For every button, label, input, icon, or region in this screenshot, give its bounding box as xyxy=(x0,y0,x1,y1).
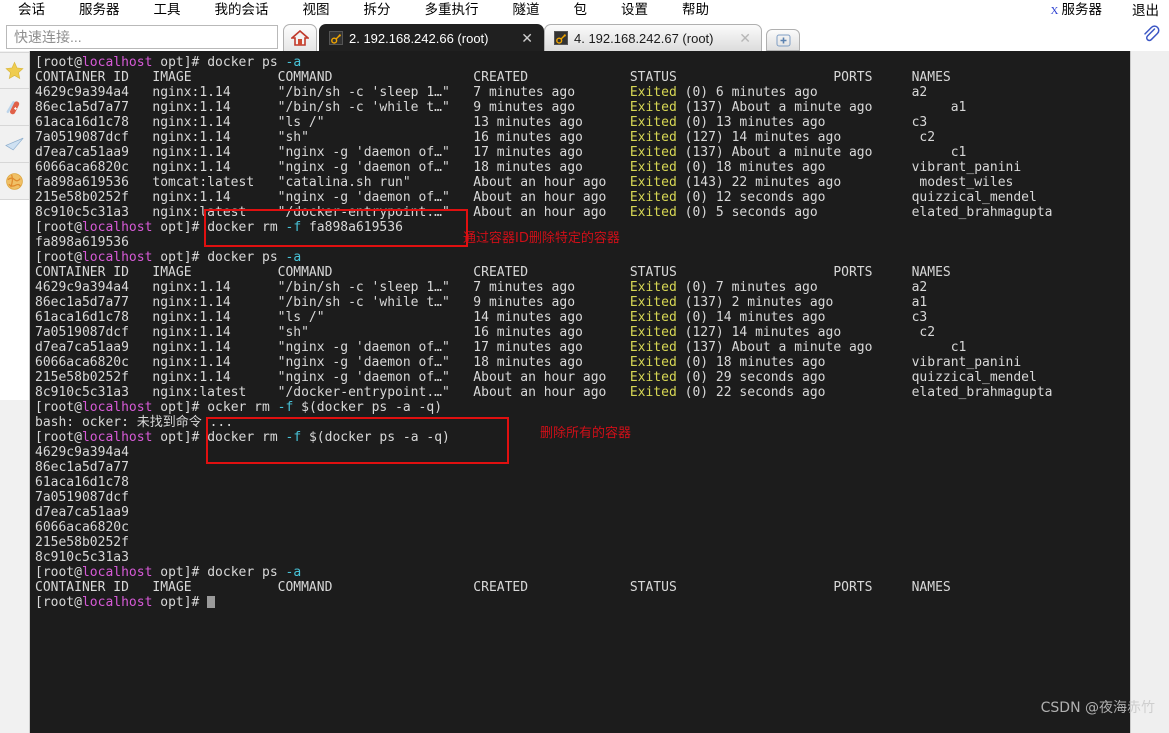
menu-item-split[interactable]: 拆分 xyxy=(364,0,391,20)
terminal-line: [root@localhost opt]# xyxy=(35,595,1130,610)
xserver-x-icon: X xyxy=(1050,5,1059,17)
menu-item-help[interactable]: 帮助 xyxy=(682,0,709,20)
globe-icon xyxy=(6,172,23,190)
left-sidebar xyxy=(0,51,30,733)
menu-item-exit[interactable]: 退出 xyxy=(1132,1,1159,21)
tab-close-icon[interactable]: ✕ xyxy=(735,31,755,45)
terminal-line: 215e58b0252f xyxy=(35,535,129,550)
tab-session-2[interactable]: 4. 192.168.242.67 (root) ✕ xyxy=(544,24,762,51)
terminal-line: [root@localhost opt]# docker ps -a xyxy=(35,250,302,265)
terminal-line: [root@localhost opt]# docker ps -a xyxy=(35,55,302,70)
terminal-line: 215e58b0252f nginx:1.14 "nginx -g 'daemo… xyxy=(35,370,1037,385)
terminal-line: 6066aca6820c nginx:1.14 "nginx -g 'daemo… xyxy=(35,355,1022,370)
terminal-line: 61aca16d1c78 xyxy=(35,475,129,490)
sidebar-item-globe[interactable] xyxy=(0,163,29,200)
terminal-line: 7a0519087dcf nginx:1.14 "sh" 16 minutes … xyxy=(35,130,936,145)
menu-item-packages[interactable]: 包 xyxy=(574,0,588,20)
key-icon xyxy=(554,31,568,45)
tab-session-2-label: 4. 192.168.242.67 (root) xyxy=(574,30,714,46)
send-paperplane-icon xyxy=(4,137,23,150)
paperclip-icon[interactable] xyxy=(1141,24,1160,48)
home-icon xyxy=(291,29,309,46)
sidebar-filler xyxy=(0,200,29,400)
menu-item-server[interactable]: 服务器 xyxy=(79,0,120,20)
terminal-line: 86ec1a5d7a77 xyxy=(35,460,129,475)
terminal-wrapper: [root@localhost opt]# docker ps -a CONTAI… xyxy=(30,51,1169,733)
annotation-label-remove-by-id: 通过容器ID删除特定的容器 xyxy=(463,231,620,246)
terminal-line: d7ea7ca51aa9 nginx:1.14 "nginx -g 'daemo… xyxy=(35,340,967,355)
terminal-line: 8c910c5c31a3 nginx:latest "/docker-entry… xyxy=(35,205,1053,220)
terminal-line: 4629c9a394a4 nginx:1.14 "/bin/sh -c 'sle… xyxy=(35,280,928,295)
terminal-line: 215e58b0252f nginx:1.14 "nginx -g 'daemo… xyxy=(35,190,1037,205)
sidebar-item-tools[interactable] xyxy=(0,89,29,126)
terminal-output[interactable]: [root@localhost opt]# docker ps -a CONTAI… xyxy=(30,51,1130,733)
terminal-line: 61aca16d1c78 nginx:1.14 "ls /" 13 minute… xyxy=(35,115,928,130)
terminal-line: 86ec1a5d7a77 nginx:1.14 "/bin/sh -c 'whi… xyxy=(35,295,928,310)
terminal-line: 8c910c5c31a3 nginx:latest "/docker-entry… xyxy=(35,385,1053,400)
tab-session-1[interactable]: 2. 192.168.242.66 (root) ✕ xyxy=(319,24,544,51)
favorites-star-icon xyxy=(5,61,24,80)
terminal-line: 6066aca6820c xyxy=(35,520,129,535)
new-tab-button[interactable] xyxy=(766,29,800,51)
menu-item-my-sessions[interactable]: 我的会话 xyxy=(215,0,269,20)
terminal-line: 4629c9a394a4 xyxy=(35,445,129,460)
plus-icon xyxy=(776,34,790,46)
terminal-line: 8c910c5c31a3 xyxy=(35,550,129,565)
key-icon xyxy=(329,31,343,45)
terminal-line: 7a0519087dcf xyxy=(35,490,129,505)
menu-item-session[interactable]: 会话 xyxy=(18,0,45,20)
menu-item-multiexec[interactable]: 多重执行 xyxy=(425,0,479,20)
menu-right-group: X 服务器 退出 xyxy=(1021,0,1159,21)
terminal-line: 6066aca6820c nginx:1.14 "nginx -g 'daemo… xyxy=(35,160,1022,175)
menu-item-view[interactable]: 视图 xyxy=(303,0,330,20)
terminal-line: 86ec1a5d7a77 nginx:1.14 "/bin/sh -c 'whi… xyxy=(35,100,967,115)
terminal-line: 4629c9a394a4 nginx:1.14 "/bin/sh -c 'sle… xyxy=(35,85,928,100)
terminal-line: [root@localhost opt]# docker ps -a xyxy=(35,565,302,580)
tab-strip: 2. 192.168.242.66 (root) ✕ 4. 192.168.24… xyxy=(319,24,800,51)
quick-connect-input[interactable]: 快速连接... xyxy=(6,25,278,49)
terminal-line: 7a0519087dcf nginx:1.14 "sh" 16 minutes … xyxy=(35,325,936,340)
menu-item-settings[interactable]: 设置 xyxy=(621,0,648,20)
terminal-line: 61aca16d1c78 nginx:1.14 "ls /" 14 minute… xyxy=(35,310,928,325)
home-button[interactable] xyxy=(283,24,317,51)
tools-knife-icon xyxy=(6,100,20,114)
terminal-line: CONTAINER ID IMAGE COMMAND CREATED STATU… xyxy=(35,580,951,595)
quick-connect-placeholder: 快速连接... xyxy=(14,29,82,45)
terminal-line: fa898a619536 tomcat:latest "catalina.sh … xyxy=(35,175,1014,190)
terminal-line: CONTAINER ID IMAGE COMMAND CREATED STATU… xyxy=(35,70,951,85)
terminal-line: d7ea7ca51aa9 xyxy=(35,505,129,520)
terminal-line: [root@localhost opt]# ocker rm -f $(dock… xyxy=(35,400,443,415)
annotation-label-remove-all: 删除所有的容器 xyxy=(540,426,632,441)
main-area: [root@localhost opt]# docker ps -a CONTAI… xyxy=(0,51,1169,733)
sidebar-item-send[interactable] xyxy=(0,126,29,163)
terminal-line: CONTAINER ID IMAGE COMMAND CREATED STATU… xyxy=(35,265,951,280)
menu-item-xserver-label: 服务器 xyxy=(1061,2,1103,17)
menu-item-xserver[interactable]: X 服务器 xyxy=(1051,0,1102,21)
toolbar: 快速连接... 2. 192.168.242.66 (root) ✕ 4. 19… xyxy=(0,20,1169,51)
menu-item-tunnel[interactable]: 隧道 xyxy=(513,0,540,20)
menu-bar: 会话 服务器 工具 我的会话 视图 拆分 多重执行 隧道 包 设置 帮助 X 服… xyxy=(0,0,1169,20)
menu-item-tools[interactable]: 工具 xyxy=(154,0,181,20)
terminal-scroll-column[interactable] xyxy=(1130,51,1169,733)
watermark-text: CSDN @夜海赤竹 xyxy=(1040,700,1155,716)
tab-close-icon[interactable]: ✕ xyxy=(517,31,537,45)
terminal-cursor xyxy=(207,596,216,608)
tab-session-1-label: 2. 192.168.242.66 (root) xyxy=(349,30,489,46)
sidebar-item-favorites[interactable] xyxy=(0,52,29,89)
terminal-line: d7ea7ca51aa9 nginx:1.14 "nginx -g 'daemo… xyxy=(35,145,967,160)
